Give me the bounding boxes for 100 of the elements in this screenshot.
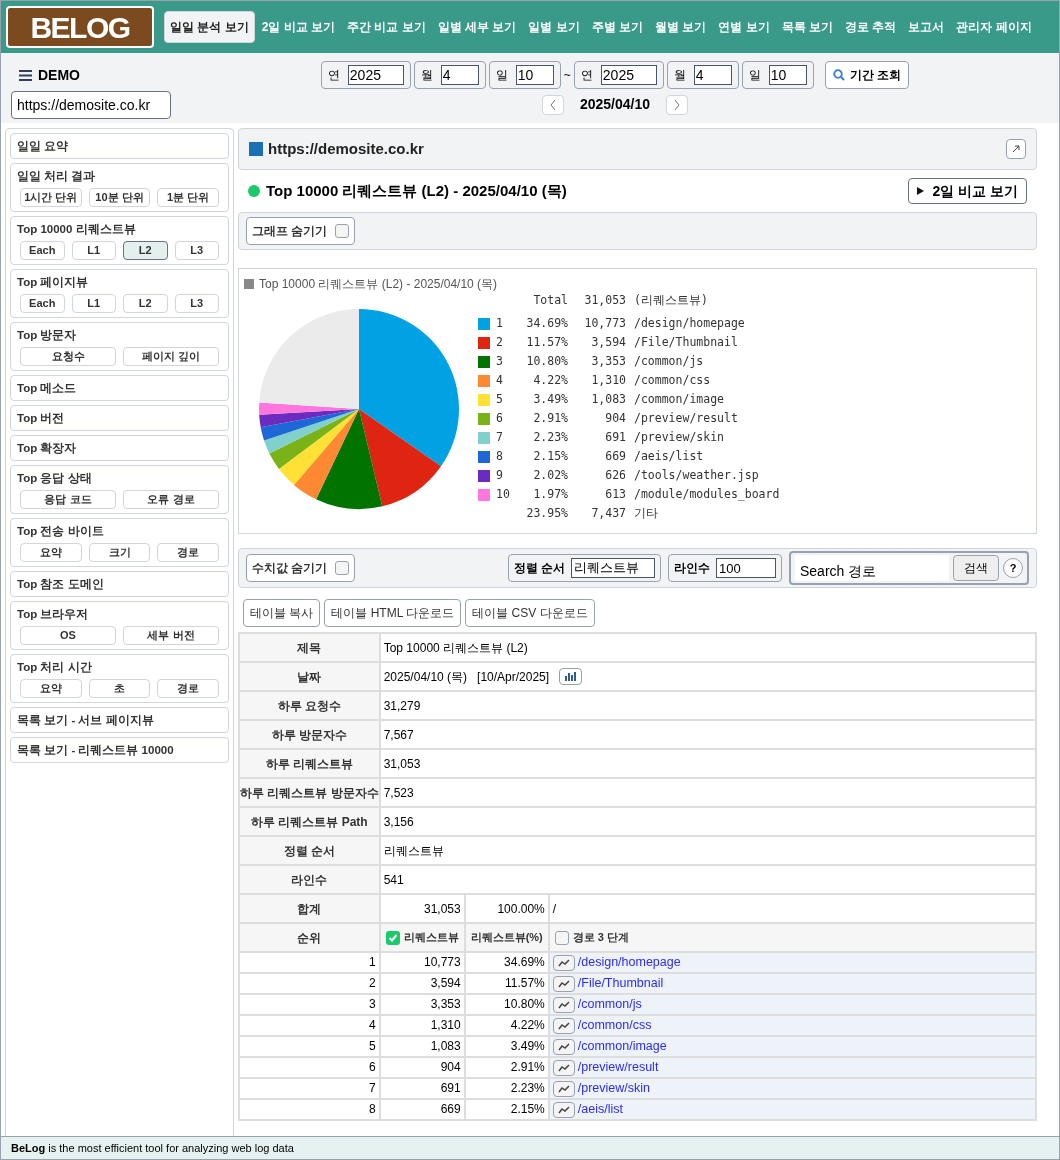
legend-text: 34.69% (525, 315, 568, 332)
sidebar-item[interactable]: Top 처리 시간 (17, 658, 222, 676)
table-cell: 31,279 (379, 691, 1036, 720)
trend-button[interactable] (552, 1017, 575, 1034)
sidebar-option-button[interactable]: 세부 버전 (123, 626, 219, 645)
table-cell: 1,083 (379, 1036, 465, 1057)
sidebar-option-button[interactable]: L3 (174, 294, 219, 313)
sidebar-item[interactable]: 목록 보기 - 리퀘스트뷰 10000 (17, 741, 222, 759)
sidebar-item[interactable]: Top 버전 (17, 409, 222, 427)
trend-button[interactable] (552, 1101, 575, 1118)
sidebar-option-button[interactable]: Each (20, 294, 65, 313)
date-field[interactable]: 4 (440, 65, 479, 85)
sidebar-option-button[interactable]: 오류 경로 (123, 490, 219, 509)
site-url-field[interactable]: https://demosite.co.kr (11, 91, 171, 119)
sidebar-option-button[interactable]: 요약 (20, 543, 82, 562)
trend-button[interactable] (552, 996, 575, 1013)
sidebar-option-button[interactable]: L3 (174, 241, 219, 260)
graph-hide-toggle[interactable]: 그래프 숨기기 (246, 217, 356, 245)
external-link-button[interactable] (1006, 139, 1026, 159)
compare-button[interactable]: 2일 비교 보기 (908, 178, 1027, 204)
chevron-left-icon (548, 98, 557, 111)
period-search-button[interactable]: 기간 조회 (824, 61, 910, 89)
path-link[interactable]: /File/Thumbnail (577, 974, 664, 993)
row-header-cell: 날짜 (239, 662, 380, 691)
table-action-button[interactable]: 테이블 CSV 다운로드 (465, 599, 595, 627)
legend-text: /aeis/list (634, 448, 704, 465)
sort-field[interactable]: 리퀘스트뷰 (571, 558, 655, 578)
legend-text: 691 (604, 429, 626, 446)
path-link[interactable]: /common/js (577, 995, 642, 1014)
sidebar-option-button[interactable]: Each (20, 241, 65, 260)
checkbox[interactable] (385, 930, 400, 945)
date-unit-label: 일 (748, 67, 761, 84)
line-count-label: 라인수 (674, 560, 710, 577)
sidebar-option-button[interactable]: OS (20, 626, 116, 645)
path-link[interactable]: /preview/result (577, 1058, 659, 1077)
trend-button[interactable] (552, 1059, 575, 1076)
toggle-checkbox[interactable] (335, 561, 350, 575)
sidebar-option-button[interactable]: 경로 (157, 543, 219, 562)
sidebar-option-button[interactable]: 경로 (157, 679, 219, 698)
row-header-cell: 제목 (239, 633, 380, 662)
sidebar-option-button[interactable]: 요약 (20, 679, 82, 698)
path-link[interactable]: /common/css (577, 1016, 652, 1035)
sidebar-item[interactable]: Top 메소드 (17, 379, 222, 397)
sidebar-item[interactable]: 목록 보기 - 서브 페이지뷰 (17, 711, 222, 729)
table-action-button[interactable]: 테이블 HTML 다운로드 (324, 599, 462, 627)
line-count-field[interactable]: 100 (716, 558, 776, 578)
sidebar-item[interactable]: Top 10000 리퀘스트뷰 (17, 220, 222, 238)
sidebar-option-button[interactable]: 요청수 (20, 347, 116, 366)
table-cell: 2.15% (464, 1099, 549, 1120)
sidebar-item[interactable]: Top 브라우저 (17, 605, 222, 623)
sidebar-option-button[interactable]: L2 (123, 294, 168, 313)
path-link[interactable]: /preview/skin (577, 1079, 651, 1098)
sidebar-option-button[interactable]: 페이지 깊이 (123, 347, 219, 366)
sidebar-option-button[interactable]: 응답 코드 (20, 490, 116, 509)
trend-button[interactable] (552, 1080, 575, 1097)
sidebar-option-button[interactable]: 1분 단위 (157, 188, 219, 207)
checkbox[interactable] (554, 930, 569, 945)
sidebar-item[interactable]: Top 확장자 (17, 439, 222, 457)
chart-button[interactable] (559, 668, 583, 685)
date-field[interactable]: 4 (693, 65, 732, 85)
date-field[interactable]: 10 (768, 65, 807, 85)
table-action-button[interactable]: 테이블 복사 (243, 599, 321, 627)
trend-button[interactable] (552, 954, 575, 971)
help-button[interactable]: ? (1003, 558, 1023, 578)
sidebar-option-button[interactable]: 1시간 단위 (20, 188, 82, 207)
sidebar-option-button[interactable]: L1 (71, 294, 116, 313)
sidebar-option-button[interactable]: L1 (71, 241, 116, 260)
date-field[interactable]: 2025 (600, 65, 657, 85)
trend-button[interactable] (552, 1038, 575, 1055)
sidebar-item[interactable]: Top 참조 도메인 (17, 575, 222, 593)
sidebar-item[interactable]: Top 전송 바이트 (17, 522, 222, 540)
sidebar-item[interactable]: 일일 처리 결과 (17, 167, 222, 185)
legend-text: 10 (496, 486, 511, 503)
date-field[interactable]: 2025 (347, 65, 404, 85)
table-cell: 10.80% (464, 994, 549, 1015)
sidebar-option-button[interactable]: 10분 단위 (88, 188, 151, 207)
report-title: Top 10000 리퀘스트뷰 (L2) - 2025/04/10 (목) (266, 180, 567, 201)
trend-button[interactable] (552, 975, 575, 992)
menu-icon[interactable] (19, 70, 32, 81)
date-field[interactable]: 10 (515, 65, 554, 85)
sidebar-item[interactable]: 일일 요약 (17, 137, 222, 155)
sidebar-option-button[interactable]: L2 (123, 241, 168, 260)
sidebar-option-button[interactable]: 크기 (88, 543, 151, 562)
toggle-checkbox[interactable] (335, 224, 350, 238)
logo[interactable]: BELOG (6, 6, 154, 48)
legend-text: 669 (604, 448, 626, 465)
table-cell: 3,156 (379, 807, 1036, 836)
path-link[interactable]: /aeis/list (577, 1100, 623, 1119)
sidebar-option-button[interactable]: 초 (88, 679, 151, 698)
chart-title: Top 10000 리퀘스트뷰 (L2) - 2025/04/10 (목) (259, 276, 498, 293)
path-link[interactable]: /common/image (577, 1037, 667, 1056)
nav-tab[interactable]: 일일 분석 보기 (164, 11, 255, 43)
path-link[interactable]: /design/homepage (577, 953, 681, 972)
sidebar-item[interactable]: Top 방문자 (17, 326, 222, 344)
search-field[interactable]: Search 경로 (795, 555, 949, 581)
value-hide-toggle[interactable]: 수치값 숨기기 (246, 554, 356, 582)
legend-total-unit: (리퀘스트뷰) (634, 292, 708, 309)
search-button[interactable]: 검색 (953, 555, 999, 581)
sidebar-item[interactable]: Top 응답 상태 (17, 469, 222, 487)
sidebar-item[interactable]: Top 페이지뷰 (17, 273, 222, 291)
